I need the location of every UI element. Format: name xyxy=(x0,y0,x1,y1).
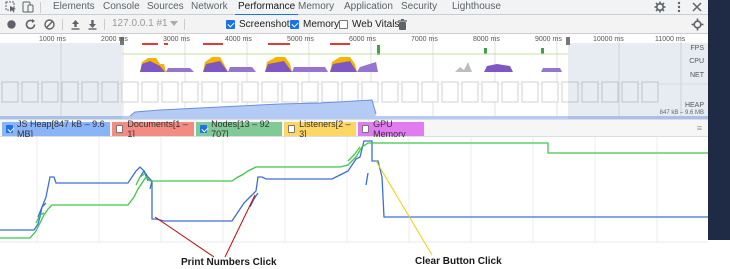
counter-documents-checkbox[interactable] xyxy=(116,125,124,133)
settings-gear-icon[interactable] xyxy=(654,1,666,13)
device-toolbar-icon[interactable] xyxy=(22,1,34,13)
toolbar-separator xyxy=(62,19,63,30)
track-label-cpu: CPU xyxy=(689,58,704,65)
screenshots-label: Screenshots xyxy=(239,19,295,30)
counter-js-heap-label: JS Heap[847 kB – 9.6 MB] xyxy=(17,119,105,139)
counter-listeners-checkbox[interactable] xyxy=(288,125,296,133)
memory-checkbox[interactable]: Memory xyxy=(290,18,339,31)
clear-icon[interactable] xyxy=(43,18,56,31)
overview-tick-1000: 1000 ms xyxy=(39,36,66,43)
counter-js-heap[interactable]: JS Heap[847 kB – 9.6 MB] xyxy=(2,119,110,139)
memory-label: Memory xyxy=(303,19,340,30)
counter-nodes-label: Nodes[13 – 92 707] xyxy=(211,119,270,139)
memory-counters-legend: JS Heap[847 kB – 9.6 MB] Documents[1 – 1… xyxy=(0,119,708,139)
chevron-down-icon[interactable] xyxy=(170,21,178,27)
tab-application[interactable]: Application xyxy=(344,1,393,14)
capture-settings-gear-icon[interactable] xyxy=(691,18,704,31)
counters-graph xyxy=(0,137,708,258)
overview-tick-2000: 2000 ms xyxy=(101,36,128,43)
track-label-net: NET xyxy=(690,72,704,79)
collect-garbage-icon[interactable] xyxy=(396,18,409,31)
recording-selector[interactable]: 127.0.0.1 #1 xyxy=(112,18,168,29)
legend-menu-icon[interactable]: ≡ xyxy=(697,123,702,133)
counter-gpu-memory[interactable]: GPU Memory xyxy=(358,119,424,139)
clear-button-annotation: Clear Button Click xyxy=(415,256,502,267)
toolbar-separator xyxy=(184,19,185,30)
overview-tick-10000: 10000 ms xyxy=(593,36,624,43)
counter-documents-label: Documents[1 – 1] xyxy=(127,119,188,139)
web-vitals-checkbox[interactable]: Web Vitals xyxy=(339,18,399,31)
overview-tick-4000: 4000 ms xyxy=(225,36,252,43)
overview-tick-8000: 8000 ms xyxy=(473,36,500,43)
counter-gpu-memory-label: GPU Memory xyxy=(373,119,406,139)
window-edge-strip xyxy=(708,0,730,240)
performance-toolbar: 127.0.0.1 #1 Screenshots Memory Web Vita… xyxy=(0,15,708,34)
counter-gpu-memory-checkbox[interactable] xyxy=(362,125,370,133)
overview-tick-7000: 7000 ms xyxy=(411,36,438,43)
overview-tick-6000: 6000 ms xyxy=(349,36,376,43)
devtools-tab-bar: Elements Console Sources Network Perform… xyxy=(0,0,708,16)
counter-listeners-label: Listeners[2 – 3] xyxy=(299,119,351,139)
record-icon[interactable] xyxy=(5,18,18,31)
tab-sources[interactable]: Sources xyxy=(147,1,184,14)
more-options-icon[interactable] xyxy=(673,1,685,13)
web-vitals-checkbox-box[interactable] xyxy=(339,20,348,29)
tab-elements[interactable]: Elements xyxy=(53,1,95,14)
counter-nodes[interactable]: Nodes[13 – 92 707] xyxy=(196,119,282,139)
nodes-series-line xyxy=(0,142,708,239)
timeline-overview[interactable]: 1000 ms 2000 ms 3000 ms 4000 ms 5000 ms … xyxy=(0,34,708,119)
screenshots-checkbox[interactable]: Screenshots xyxy=(226,18,295,31)
counter-nodes-checkbox[interactable] xyxy=(200,125,208,133)
reload-record-icon[interactable] xyxy=(24,18,37,31)
track-label-fps: FPS xyxy=(690,45,704,52)
counter-listeners[interactable]: Listeners[2 – 3] xyxy=(284,119,356,139)
counter-documents[interactable]: Documents[1 – 1] xyxy=(112,119,194,139)
track-label-heap: HEAP xyxy=(684,102,704,109)
print-numbers-annotation: Print Numbers Click xyxy=(181,257,277,268)
overview-tick-11000: 11000 ms xyxy=(655,36,686,43)
tab-network[interactable]: Network xyxy=(191,1,228,14)
overview-tick-3000: 3000 ms xyxy=(163,36,190,43)
tab-separator xyxy=(40,2,41,13)
overview-tick-9000: 9000 ms xyxy=(535,36,562,43)
screenshots-checkbox-box[interactable] xyxy=(226,20,235,29)
tab-memory[interactable]: Memory xyxy=(298,1,334,14)
counter-js-heap-checkbox[interactable] xyxy=(6,125,14,133)
save-profile-icon[interactable] xyxy=(86,18,99,31)
overview-graphics xyxy=(0,34,708,119)
web-vitals-label: Web Vitals xyxy=(352,19,400,30)
heap-range-label: 847 kB – 9.6 MB xyxy=(659,110,704,116)
tab-console[interactable]: Console xyxy=(103,1,140,14)
tab-security[interactable]: Security xyxy=(401,1,437,14)
toolbar-separator xyxy=(104,19,105,30)
inspect-element-icon[interactable] xyxy=(5,1,17,13)
tab-lighthouse[interactable]: Lighthouse xyxy=(452,1,501,14)
tab-performance[interactable]: Performance xyxy=(234,1,299,16)
overview-tick-5000: 5000 ms xyxy=(287,36,314,43)
memory-counters-chart[interactable]: Print Numbers Click Clear Button Click xyxy=(0,137,708,269)
memory-checkbox-box[interactable] xyxy=(290,20,299,29)
close-devtools-icon[interactable] xyxy=(691,1,703,13)
load-profile-icon[interactable] xyxy=(69,18,82,31)
